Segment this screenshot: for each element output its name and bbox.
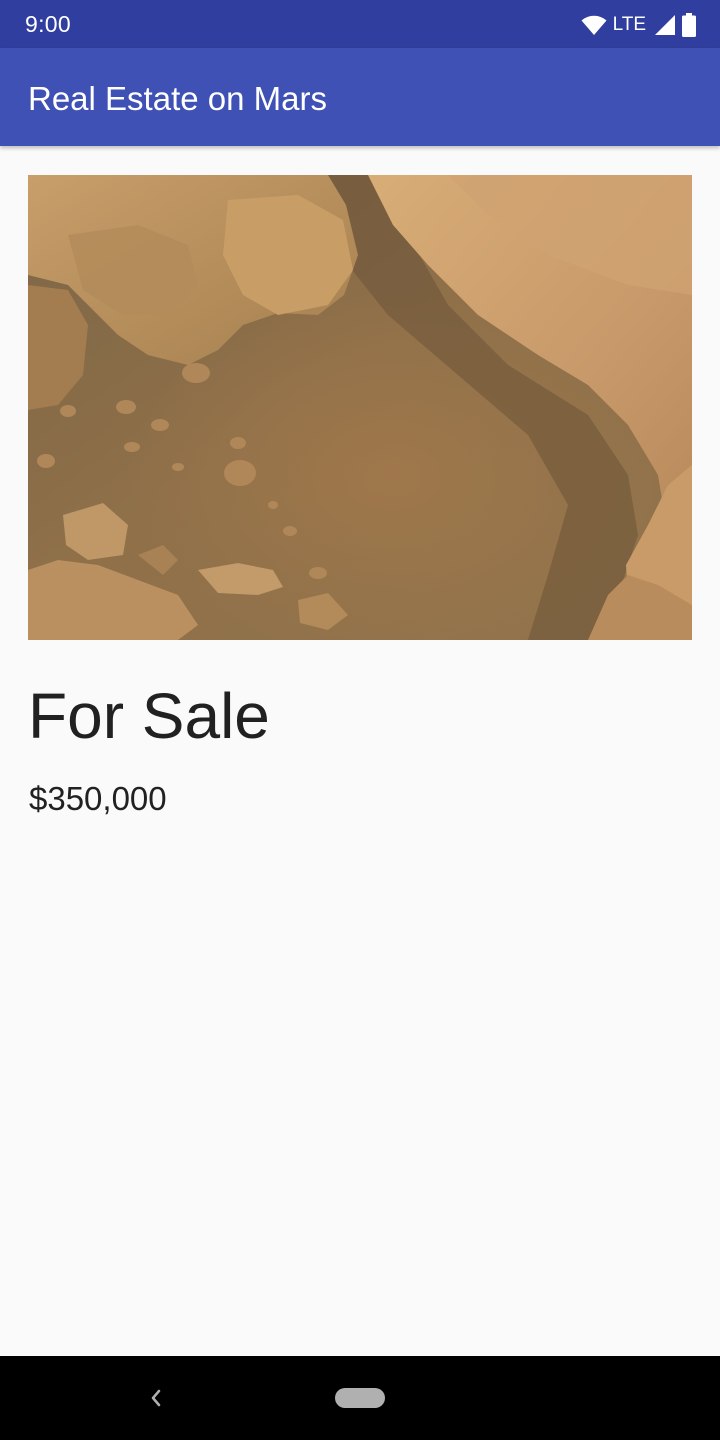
status-time: 9:00 — [25, 11, 71, 37]
status-icons: LTE — [581, 12, 696, 38]
mars-terrain-photo — [28, 175, 692, 640]
navigation-bar — [0, 1356, 720, 1440]
app-bar: Real Estate on Mars — [0, 48, 720, 146]
network-type-label: LTE — [612, 14, 646, 35]
home-pill-icon[interactable] — [335, 1388, 385, 1408]
app-title: Real Estate on Mars — [28, 80, 327, 117]
back-icon[interactable] — [145, 1385, 167, 1411]
cell-signal-icon — [655, 15, 675, 35]
status-bar: 9:00 LTE — [0, 0, 720, 48]
property-price: $350,000 — [29, 780, 167, 817]
battery-icon — [682, 13, 696, 37]
property-type: For Sale — [28, 680, 270, 752]
wifi-icon — [581, 15, 607, 35]
